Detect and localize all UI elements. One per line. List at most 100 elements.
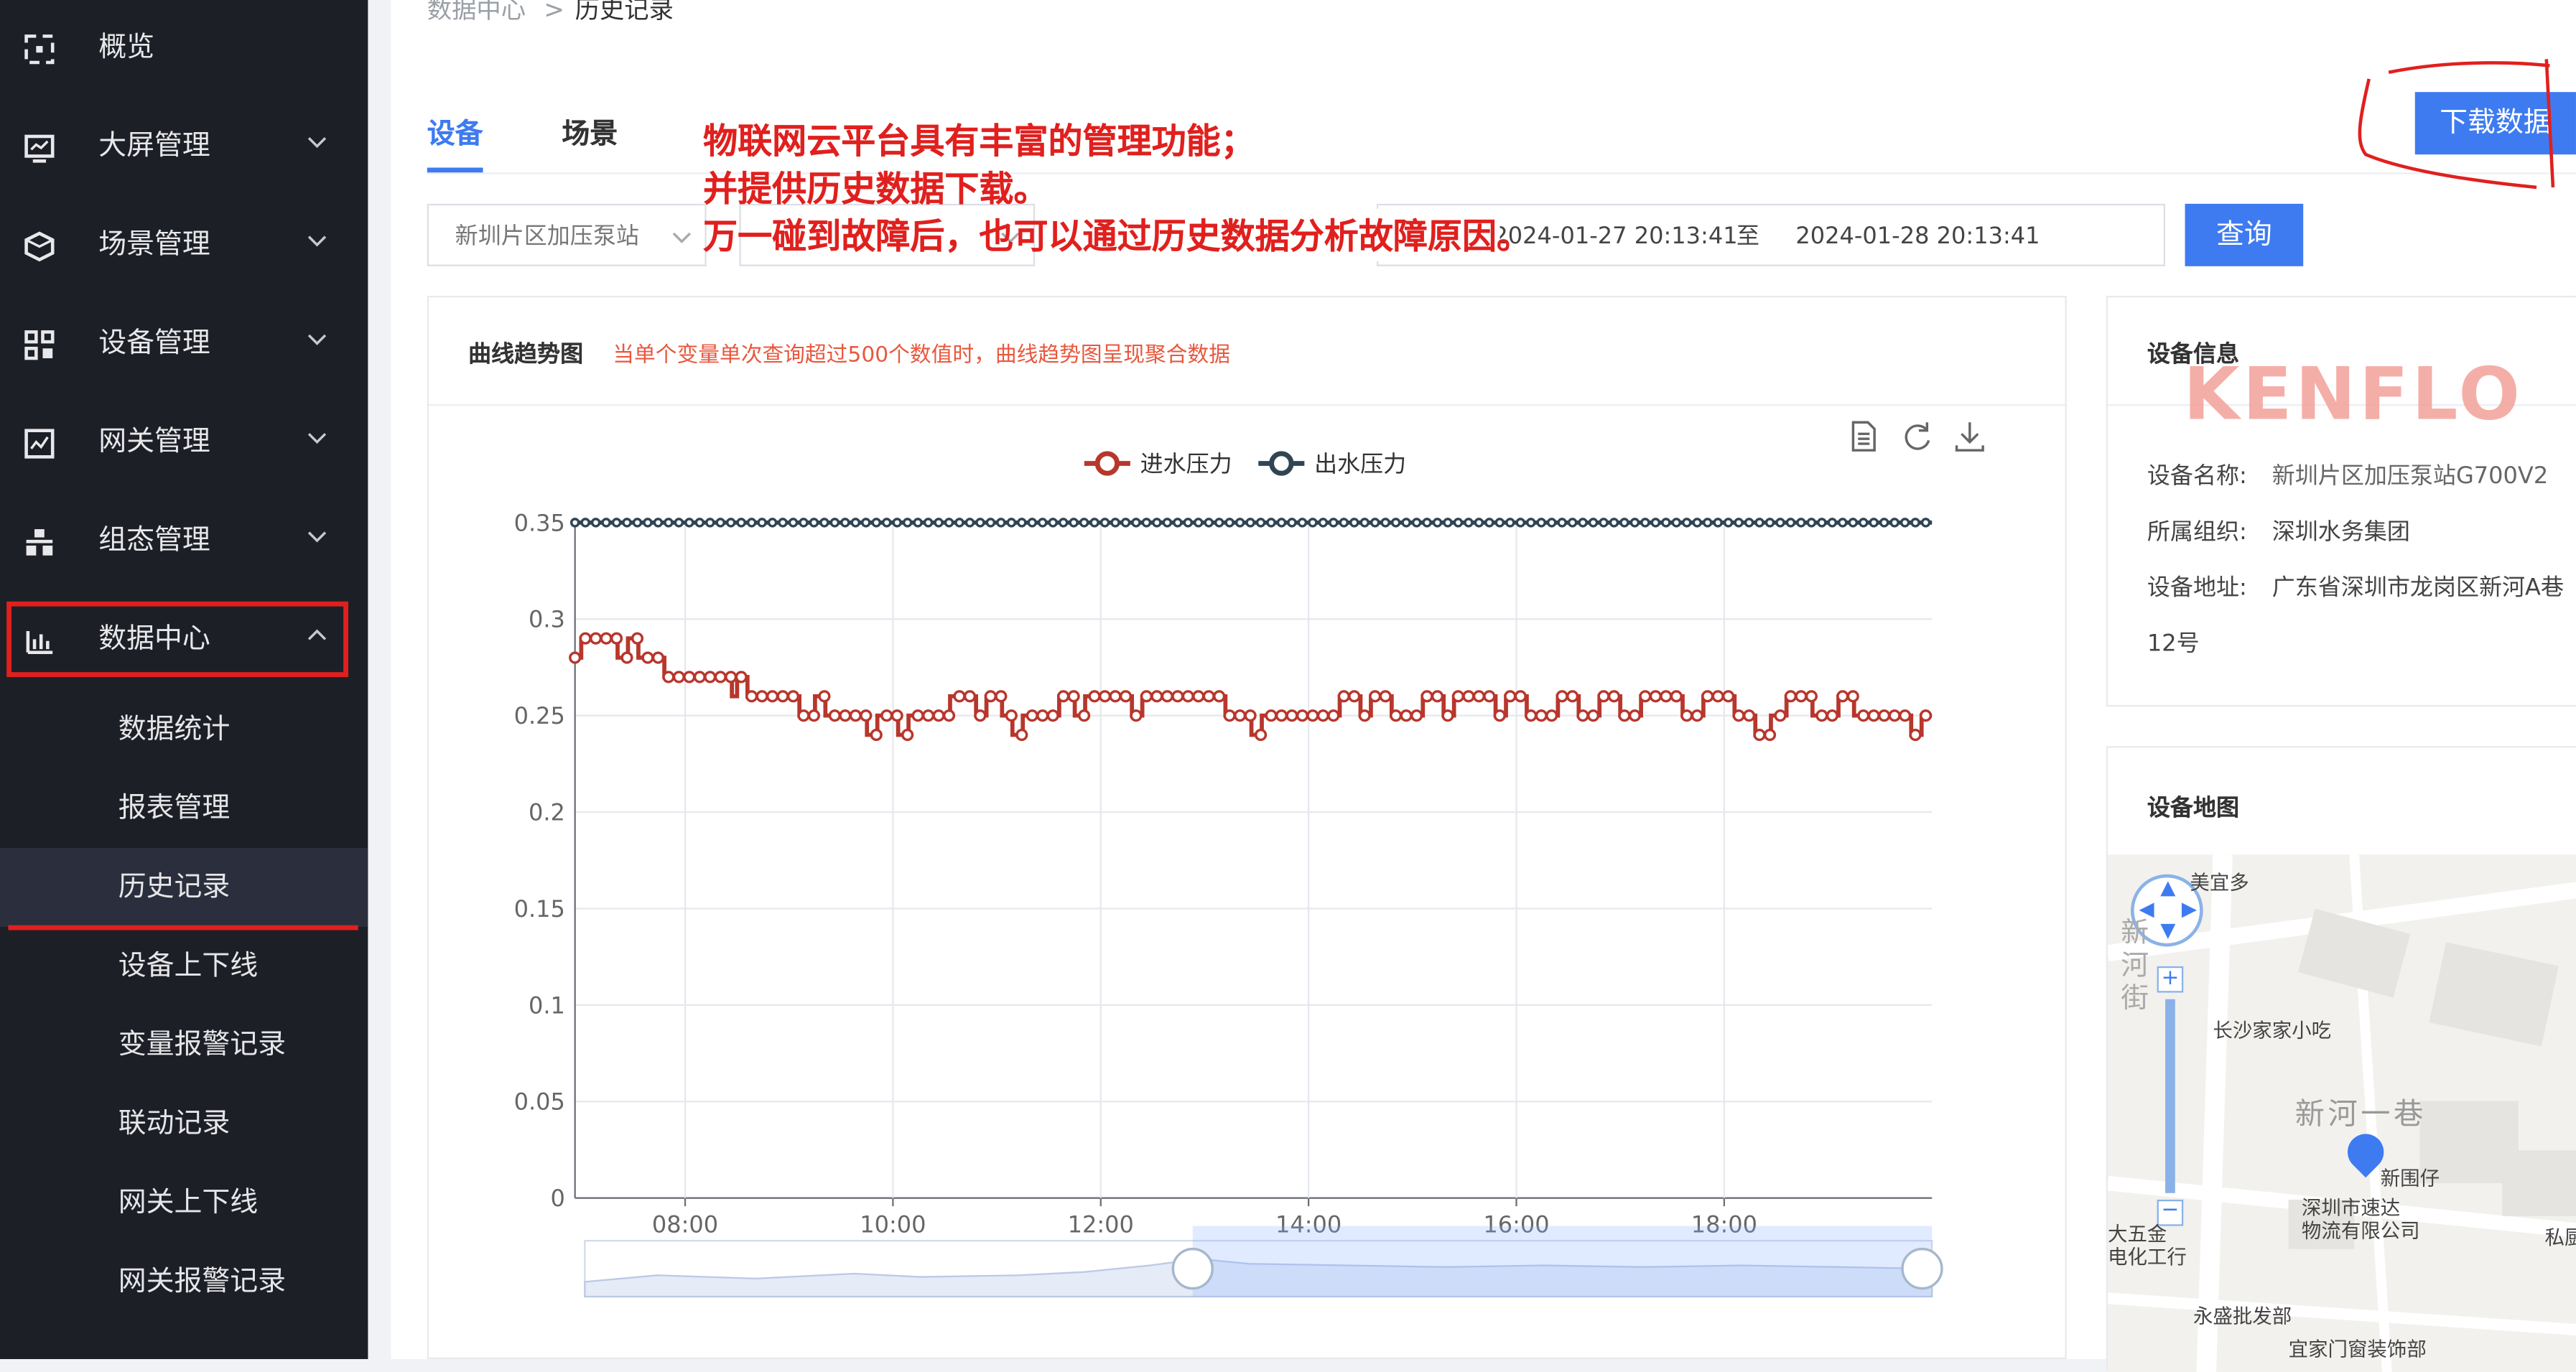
series-point[interactable] — [1869, 518, 1879, 528]
series-point[interactable] — [1234, 709, 1247, 722]
series-point[interactable] — [1661, 518, 1671, 528]
device-select[interactable]: 新圳片区加压泵站 — [427, 203, 707, 266]
series-point[interactable] — [767, 518, 778, 528]
series-point[interactable] — [622, 518, 632, 528]
series-point[interactable] — [1692, 518, 1702, 528]
series-point[interactable] — [1265, 709, 1278, 722]
sidebar-item-4[interactable]: 网关管理 — [0, 394, 368, 493]
sidebar-item-2[interactable]: 场景管理 — [0, 197, 368, 296]
series-point[interactable] — [1318, 518, 1329, 528]
series-point[interactable] — [1183, 518, 1194, 528]
series-point[interactable] — [923, 518, 934, 528]
series-point[interactable] — [953, 690, 966, 703]
series-point[interactable] — [799, 518, 809, 528]
series-point[interactable] — [694, 518, 705, 528]
series-point[interactable] — [569, 651, 582, 664]
series-point[interactable] — [1462, 690, 1475, 703]
series-point[interactable] — [1795, 690, 1808, 703]
series-point[interactable] — [1078, 709, 1091, 722]
series-point[interactable] — [1701, 690, 1714, 703]
trend-chart[interactable]: 进水压力 出水压力 0.35 0.3 0.25 0.2 0.15 0.1 0.05 0 08:00 1… — [427, 296, 2067, 1359]
series-point[interactable] — [1150, 690, 1163, 703]
series-point[interactable] — [705, 518, 715, 528]
series-point[interactable] — [942, 709, 956, 722]
sidebar-item-next[interactable] — [0, 1321, 368, 1360]
series-point[interactable] — [651, 651, 664, 664]
series-point[interactable] — [1234, 518, 1245, 528]
series-point[interactable] — [620, 651, 633, 664]
series-point[interactable] — [1005, 709, 1018, 722]
series-point[interactable] — [1285, 709, 1298, 722]
map-zoom-control[interactable]: + − — [2157, 966, 2184, 1229]
series-point[interactable] — [1451, 690, 1465, 703]
series-point[interactable] — [1889, 518, 1900, 528]
legend-label-0[interactable]: 进水压力 — [1140, 450, 1232, 477]
series-point[interactable] — [1640, 518, 1650, 528]
series-point[interactable] — [1401, 518, 1411, 528]
series-point[interactable] — [1088, 690, 1101, 703]
series-point[interactable] — [984, 690, 997, 703]
series-point[interactable] — [1120, 518, 1131, 528]
series-point[interactable] — [641, 651, 654, 664]
submenu-item-2[interactable]: 历史记录 — [0, 848, 368, 927]
series-point[interactable] — [963, 690, 977, 703]
series-point[interactable] — [1420, 690, 1433, 703]
series-point[interactable] — [1713, 518, 1723, 528]
series-point[interactable] — [1920, 518, 1931, 528]
series-point[interactable] — [1702, 518, 1713, 528]
series-point[interactable] — [1089, 518, 1099, 528]
series-point[interactable] — [1329, 518, 1339, 528]
sidebar-item-0[interactable]: 概览 — [0, 0, 368, 98]
restore-icon[interactable] — [1905, 422, 1930, 450]
series-point[interactable] — [1846, 690, 1859, 703]
series-point[interactable] — [1349, 518, 1359, 528]
series-point[interactable] — [1337, 690, 1350, 703]
series-point[interactable] — [860, 709, 873, 722]
series-point[interactable] — [880, 709, 893, 722]
series-point[interactable] — [1806, 518, 1817, 528]
series-point[interactable] — [1588, 518, 1599, 528]
series-point[interactable] — [850, 518, 861, 528]
series-point[interactable] — [1785, 518, 1796, 528]
series-point[interactable] — [1848, 518, 1859, 528]
series-point[interactable] — [1671, 518, 1682, 528]
sidebar-item-5[interactable]: 组态管理 — [0, 493, 368, 592]
series-point[interactable] — [1546, 518, 1557, 528]
series-point[interactable] — [1275, 709, 1288, 722]
series-point[interactable] — [1754, 518, 1764, 528]
series-point[interactable] — [1566, 690, 1579, 703]
series-point[interactable] — [1649, 690, 1662, 703]
series-point[interactable] — [1306, 709, 1319, 722]
series-point[interactable] — [1380, 518, 1390, 528]
series-point[interactable] — [715, 518, 725, 528]
series-point[interactable] — [922, 709, 935, 722]
series-point[interactable] — [1006, 518, 1017, 528]
series-point[interactable] — [1370, 518, 1380, 528]
end-time-input[interactable]: 2024-01-28 20:13:41 — [1795, 222, 2040, 251]
series-point[interactable] — [1422, 518, 1432, 528]
zoom-in-button[interactable]: + — [2157, 966, 2184, 993]
series-point[interactable] — [819, 518, 829, 528]
series-point[interactable] — [1919, 709, 1933, 722]
series-point[interactable] — [1909, 728, 1922, 742]
series-point[interactable] — [745, 690, 758, 703]
series-point[interactable] — [601, 518, 611, 528]
series-point[interactable] — [1026, 709, 1038, 722]
series-point[interactable] — [1744, 518, 1754, 528]
series-point[interactable] — [1316, 709, 1329, 722]
series-point[interactable] — [1567, 518, 1578, 528]
series-point[interactable] — [736, 518, 746, 528]
series-point[interactable] — [1628, 709, 1642, 722]
series-point[interactable] — [1629, 518, 1640, 528]
series-point[interactable] — [725, 671, 738, 683]
series-point[interactable] — [932, 709, 945, 722]
series-point[interactable] — [1597, 690, 1610, 703]
series-point[interactable] — [1618, 709, 1631, 722]
series-point[interactable] — [1680, 709, 1693, 722]
series-point[interactable] — [1369, 690, 1382, 703]
series-point[interactable] — [590, 518, 601, 528]
series-point[interactable] — [1660, 690, 1673, 703]
series-point[interactable] — [1431, 690, 1444, 703]
series-point[interactable] — [776, 690, 789, 703]
series-point[interactable] — [1110, 518, 1120, 528]
